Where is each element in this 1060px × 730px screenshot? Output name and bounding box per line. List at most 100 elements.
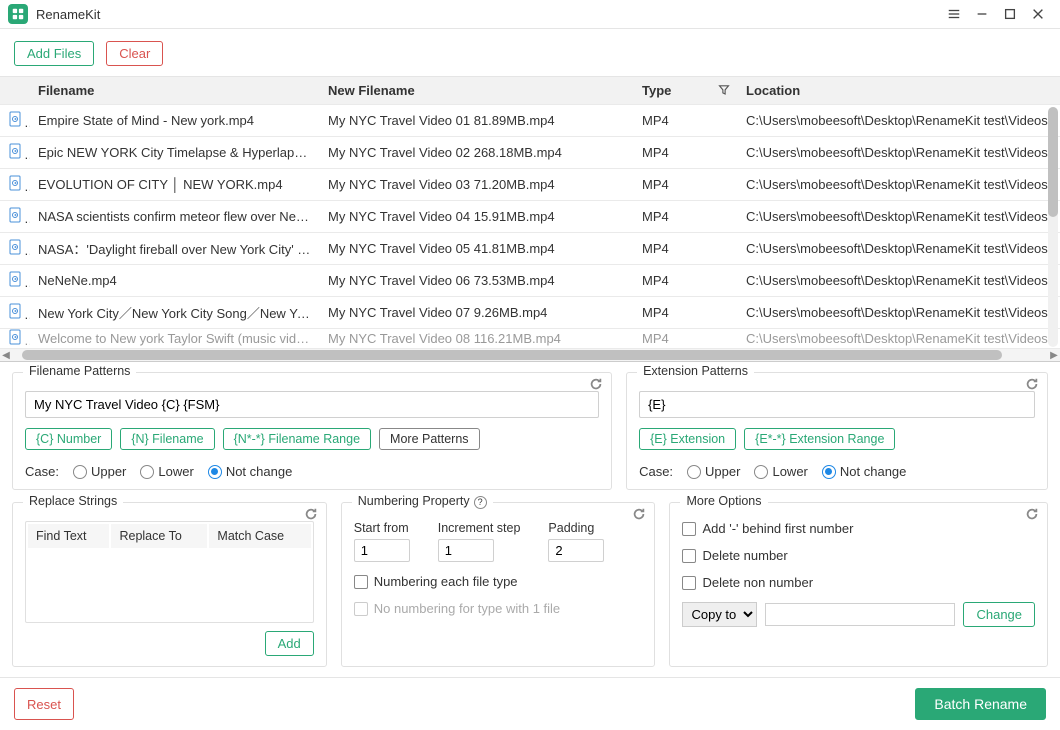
- cell-location: C:\Users\mobeesoft\Desktop\RenameKit tes…: [738, 297, 1060, 329]
- cell-type: MP4: [634, 297, 738, 329]
- col-type[interactable]: Type: [634, 77, 738, 105]
- chip-e-extension[interactable]: {E} Extension: [639, 428, 736, 450]
- cell-filename: NASA scientists confirm meteor flew over…: [30, 201, 320, 233]
- check-each-type[interactable]: [354, 575, 368, 589]
- cell-type: MP4: [634, 105, 738, 137]
- col-icon: [0, 77, 30, 105]
- col-match: Match Case: [209, 524, 310, 548]
- chip-c-number[interactable]: {C} Number: [25, 428, 112, 450]
- scrollbar-horizontal[interactable]: ◀▶: [0, 349, 1060, 361]
- check-delete-non-number[interactable]: [682, 576, 696, 590]
- panel-title: Extension Patterns: [637, 364, 754, 378]
- filter-icon[interactable]: [718, 83, 730, 98]
- cell-location: C:\Users\mobeesoft\Desktop\RenameKit tes…: [738, 233, 1060, 265]
- case-label: Case:: [639, 464, 673, 479]
- batch-rename-button[interactable]: Batch Rename: [915, 688, 1046, 720]
- cell-filename: EVOLUTION OF CITY │ NEW YORK.mp4: [30, 169, 320, 201]
- refresh-icon[interactable]: [1025, 377, 1039, 394]
- file-icon: [0, 201, 30, 233]
- col-find: Find Text: [28, 524, 109, 548]
- add-files-button[interactable]: Add Files: [14, 41, 94, 66]
- cell-location: C:\Users\mobeesoft\Desktop\RenameKit tes…: [738, 169, 1060, 201]
- radio-lower[interactable]: Lower: [140, 464, 193, 479]
- pad-input[interactable]: [548, 539, 604, 562]
- file-icon: [0, 137, 30, 169]
- maximize-button[interactable]: [996, 0, 1024, 28]
- cell-filename: Empire State of Mind - New york.mp4: [30, 105, 320, 137]
- main-toolbar: Add Files Clear: [0, 29, 1060, 77]
- start-input[interactable]: [354, 539, 410, 562]
- info-icon[interactable]: ?: [474, 496, 487, 509]
- file-table: Filename New Filename Type Location Empi…: [0, 77, 1060, 349]
- footer: Reset Batch Rename: [0, 677, 1060, 730]
- minimize-button[interactable]: [968, 0, 996, 28]
- cell-newfilename: My NYC Travel Video 05 41.81MB.mp4: [320, 233, 634, 265]
- file-icon: [0, 233, 30, 265]
- chip-n-filename[interactable]: {N} Filename: [120, 428, 214, 450]
- cell-type: MP4: [634, 201, 738, 233]
- change-button[interactable]: Change: [963, 602, 1035, 627]
- replace-table: Find Text Replace To Match Case: [25, 521, 314, 623]
- step-input[interactable]: [438, 539, 494, 562]
- refresh-icon[interactable]: [304, 507, 318, 524]
- copy-to-path[interactable]: [765, 603, 955, 626]
- cell-type: MP4: [634, 169, 738, 201]
- add-replace-button[interactable]: Add: [265, 631, 314, 656]
- table-row[interactable]: NASA：'Daylight fireball over New York Ci…: [0, 233, 1060, 265]
- cell-newfilename: My NYC Travel Video 04 15.91MB.mp4: [320, 201, 634, 233]
- cell-filename: Epic NEW YORK City Timelapse & Hyperlaps…: [30, 137, 320, 169]
- table-row[interactable]: NeNeNe.mp4My NYC Travel Video 06 73.53MB…: [0, 265, 1060, 297]
- panel-title: More Options: [680, 494, 767, 508]
- file-icon: [0, 297, 30, 329]
- copy-to-select[interactable]: Copy to: [682, 602, 757, 627]
- refresh-icon[interactable]: [1025, 507, 1039, 524]
- check-add-dash[interactable]: [682, 522, 696, 536]
- radio-notchange[interactable]: Not change: [208, 464, 293, 479]
- clear-button[interactable]: Clear: [106, 41, 163, 66]
- panel-title: Replace Strings: [23, 494, 123, 508]
- refresh-icon[interactable]: [589, 377, 603, 394]
- case-label: Case:: [25, 464, 59, 479]
- table-row[interactable]: Welcome to New york Taylor Swift (music …: [0, 329, 1060, 349]
- chip-extension-range[interactable]: {E*-*} Extension Range: [744, 428, 895, 450]
- col-filename[interactable]: Filename: [30, 77, 320, 105]
- ext-radio-upper[interactable]: Upper: [687, 464, 740, 479]
- col-newfilename[interactable]: New Filename: [320, 77, 634, 105]
- menu-icon[interactable]: [940, 0, 968, 28]
- table-row[interactable]: EVOLUTION OF CITY │ NEW YORK.mp4My NYC T…: [0, 169, 1060, 201]
- cell-filename: New York City／New York City Song／New Yor…: [30, 297, 320, 329]
- reset-button[interactable]: Reset: [14, 688, 74, 720]
- refresh-icon[interactable]: [632, 507, 646, 524]
- scrollbar-vertical[interactable]: [1048, 107, 1058, 347]
- table-row[interactable]: NASA scientists confirm meteor flew over…: [0, 201, 1060, 233]
- table-row[interactable]: Empire State of Mind - New york.mp4My NY…: [0, 105, 1060, 137]
- extension-pattern-input[interactable]: [639, 391, 1035, 418]
- cell-newfilename: My NYC Travel Video 01 81.89MB.mp4: [320, 105, 634, 137]
- check-delete-number[interactable]: [682, 549, 696, 563]
- app-title: RenameKit: [36, 7, 100, 22]
- panel-numbering: Numbering Property? Start from Increment…: [341, 502, 656, 667]
- close-button[interactable]: [1024, 0, 1052, 28]
- table-row[interactable]: Epic NEW YORK City Timelapse & Hyperlaps…: [0, 137, 1060, 169]
- cell-location: C:\Users\mobeesoft\Desktop\RenameKit tes…: [738, 105, 1060, 137]
- titlebar: RenameKit: [0, 0, 1060, 29]
- cell-type: MP4: [634, 265, 738, 297]
- filename-pattern-input[interactable]: [25, 391, 599, 418]
- ext-radio-lower[interactable]: Lower: [754, 464, 807, 479]
- chip-filename-range[interactable]: {N*-*} Filename Range: [223, 428, 371, 450]
- table-row[interactable]: New York City／New York City Song／New Yor…: [0, 297, 1060, 329]
- more-patterns-button[interactable]: More Patterns: [379, 428, 480, 450]
- panel-title: Filename Patterns: [23, 364, 136, 378]
- cell-type: MP4: [634, 137, 738, 169]
- panel-more-options: More Options Add '-' behind first number…: [669, 502, 1048, 667]
- col-location[interactable]: Location: [738, 77, 1060, 105]
- cell-newfilename: My NYC Travel Video 02 268.18MB.mp4: [320, 137, 634, 169]
- cell-newfilename: My NYC Travel Video 07 9.26MB.mp4: [320, 297, 634, 329]
- ext-radio-notchange[interactable]: Not change: [822, 464, 907, 479]
- start-label: Start from: [354, 521, 410, 535]
- panel-replace-strings: Replace Strings Find Text Replace To Mat…: [12, 502, 327, 667]
- check-no-num-single: [354, 602, 368, 616]
- radio-upper[interactable]: Upper: [73, 464, 126, 479]
- col-replace: Replace To: [111, 524, 207, 548]
- cell-location: C:\Users\mobeesoft\Desktop\RenameKit tes…: [738, 265, 1060, 297]
